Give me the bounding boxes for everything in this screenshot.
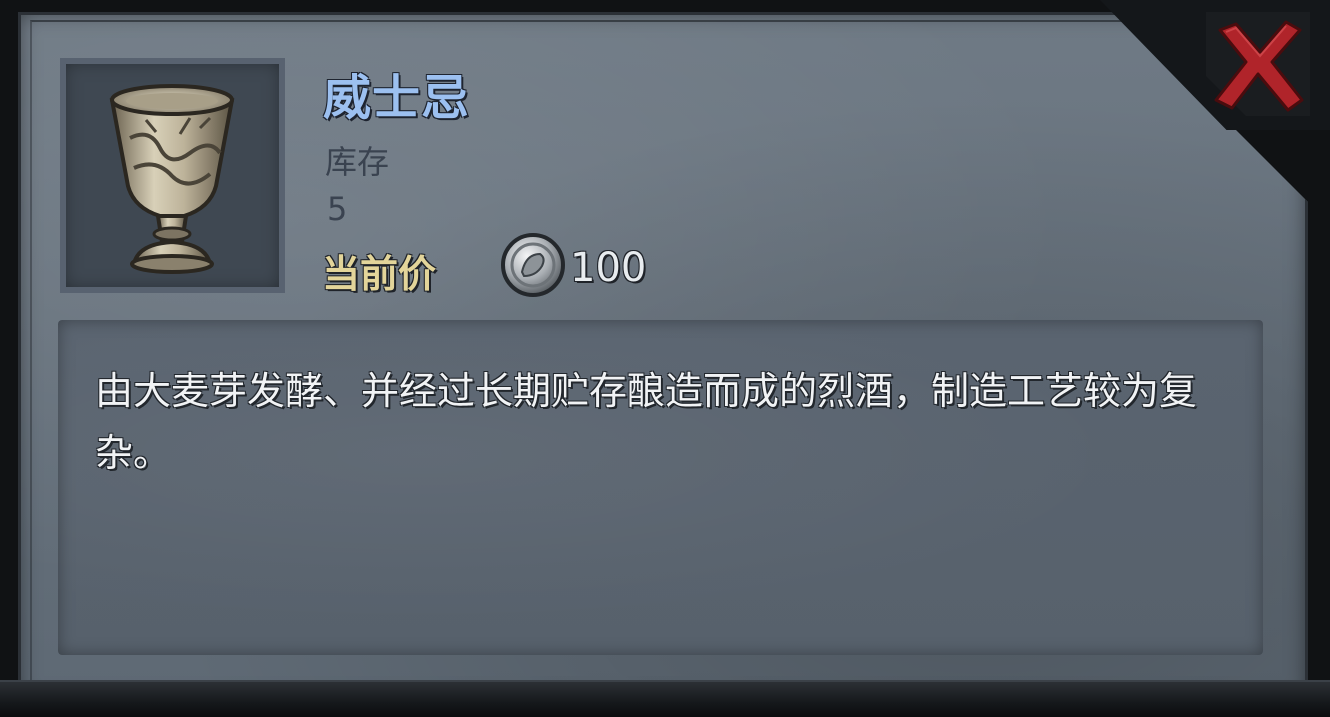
item-icon-frame <box>60 58 285 293</box>
stock-value: 5 <box>327 190 348 228</box>
stock-label: 库存 <box>325 143 390 181</box>
item-detail-window: 威士忌 库存 5 当前价 100 由大麦芽发酵、并经过长期贮存酿造而成的烈酒，制… <box>0 0 1330 717</box>
item-description: 由大麦芽发酵、并经过长期贮存酿造而成的烈酒，制造工艺较为复杂。 <box>95 369 1198 475</box>
price-label: 当前价 <box>322 252 437 296</box>
price-value: 100 <box>570 245 647 291</box>
item-name: 威士忌 <box>323 70 471 126</box>
silver-coin-icon <box>500 232 566 298</box>
close-button[interactable] <box>1206 12 1310 116</box>
bottom-rail <box>0 680 1330 717</box>
close-icon <box>1206 12 1310 116</box>
goblet-icon <box>109 84 235 274</box>
